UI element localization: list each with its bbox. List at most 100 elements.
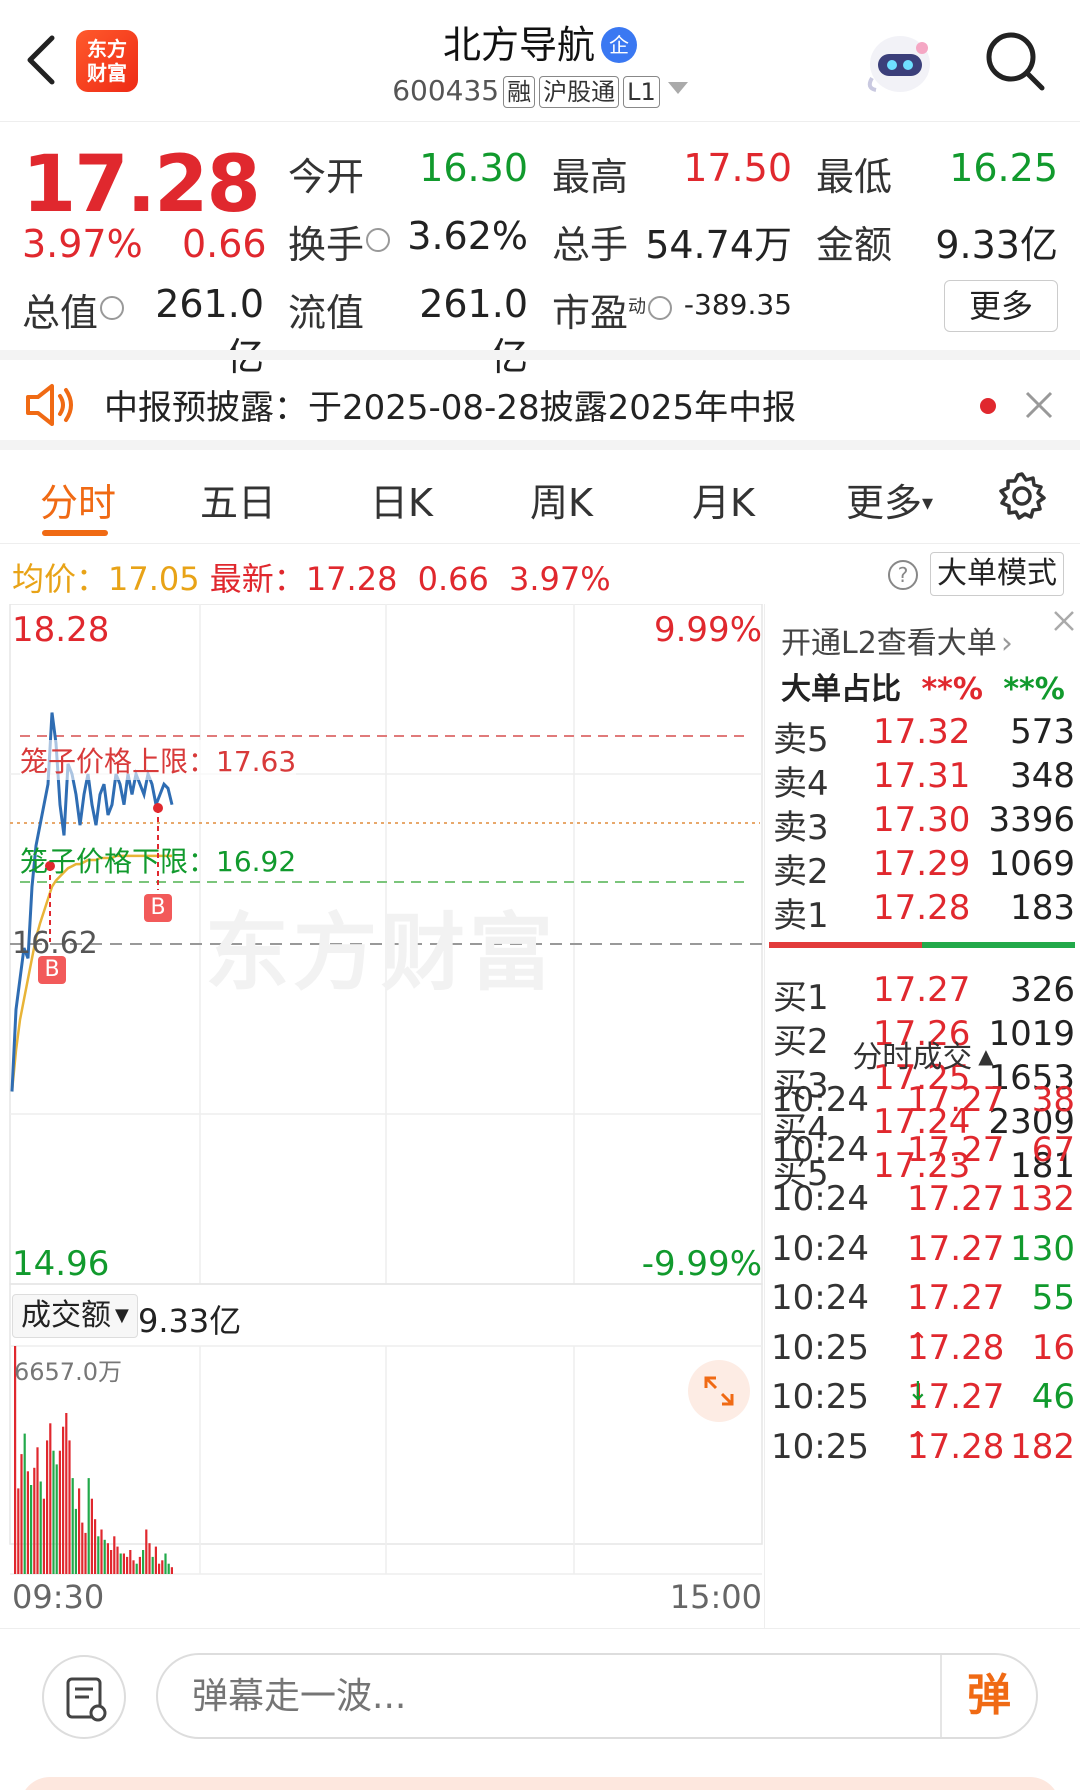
volume-total: 9.33亿 bbox=[138, 1302, 242, 1340]
chevron-up-icon: ▲ bbox=[978, 1044, 994, 1068]
big-order-ratio: 大单占比 **% **% bbox=[781, 672, 1065, 707]
l2-promo-link[interactable]: 开通L2查看大单 › bbox=[781, 618, 1013, 662]
danmu-send-button[interactable]: 弹 bbox=[940, 1655, 1036, 1737]
level-price: 17.32 bbox=[873, 712, 971, 752]
upper-limit-label: 笼子价格上限：17.63 bbox=[20, 740, 297, 780]
level-label: 卖5 bbox=[773, 720, 829, 760]
trade-volume: 38 bbox=[1031, 1080, 1075, 1120]
close-icon[interactable] bbox=[1024, 390, 1054, 420]
danmu-input[interactable] bbox=[156, 1653, 1038, 1739]
pe-label[interactable]: 市盈动 bbox=[552, 282, 673, 337]
trade-volume: 55 bbox=[1031, 1278, 1075, 1318]
volume-bar bbox=[145, 1529, 148, 1574]
level-price: 17.30 bbox=[873, 800, 971, 840]
level-label: 卖3 bbox=[773, 808, 829, 848]
more-info-icon[interactable] bbox=[648, 296, 673, 320]
volume-type-selector[interactable]: 成交额 ▼ bbox=[12, 1294, 138, 1338]
trades-title[interactable]: 分时成交 ▲ bbox=[765, 1032, 1080, 1076]
tab-monthly-k[interactable]: 月K bbox=[692, 472, 755, 527]
settings-gear-icon[interactable] bbox=[996, 470, 1048, 522]
trade-volume: 16 bbox=[1031, 1327, 1075, 1368]
y-axis-bottom-price: 14.96 bbox=[12, 1244, 110, 1284]
trade-volume: 132 bbox=[1010, 1179, 1075, 1219]
tab-intraday[interactable]: 分时 bbox=[40, 472, 116, 527]
volume-bar bbox=[138, 1556, 141, 1574]
volume-bar bbox=[151, 1556, 154, 1574]
close-icon[interactable] bbox=[1051, 608, 1077, 634]
more-info-icon[interactable] bbox=[366, 228, 391, 252]
level-label: 买1 bbox=[773, 978, 829, 1018]
more-button[interactable]: 更多 bbox=[944, 280, 1058, 332]
expand-button[interactable] bbox=[688, 1360, 750, 1422]
x-axis-end: 15:00 bbox=[669, 1578, 762, 1616]
high-label: 最高 bbox=[552, 155, 629, 199]
volume-bar bbox=[167, 1563, 170, 1574]
volume-bar bbox=[122, 1553, 125, 1574]
trade-volume: 182 bbox=[1010, 1426, 1075, 1467]
asks-row: 卖5 17.32 573 bbox=[765, 712, 1080, 760]
chevron-down-icon[interactable] bbox=[667, 82, 688, 94]
tab-five-day[interactable]: 五日 bbox=[200, 472, 276, 527]
notes-button[interactable] bbox=[42, 1655, 126, 1739]
help-icon[interactable]: ? bbox=[888, 560, 918, 590]
search-icon[interactable] bbox=[982, 28, 1048, 94]
level-volume: 3396 bbox=[988, 800, 1075, 840]
level-price: 17.29 bbox=[873, 844, 971, 884]
buy-signal-badge[interactable]: B bbox=[144, 894, 172, 922]
notice-text[interactable]: 中报预披露：于2025-08-28披露2025年中报 bbox=[104, 380, 796, 429]
unread-dot bbox=[980, 398, 996, 414]
volume-bar bbox=[78, 1488, 81, 1574]
stock-name: 北方导航 bbox=[442, 23, 595, 67]
volume-bar bbox=[119, 1553, 122, 1574]
trade-row: 10:24 17.27 132 bbox=[771, 1179, 1075, 1219]
more-info-icon[interactable] bbox=[100, 296, 125, 320]
big-order-mode-button[interactable]: 大单模式 bbox=[930, 552, 1064, 596]
volume-bar bbox=[26, 1471, 29, 1574]
volume-bar bbox=[161, 1560, 164, 1574]
stock-code: 600435 bbox=[392, 74, 500, 107]
trade-row: 10:25 17.28 ↑ 182 bbox=[771, 1426, 1075, 1467]
robot-assistant-icon[interactable] bbox=[862, 28, 938, 98]
volume-bar bbox=[103, 1539, 106, 1574]
market-cap-label[interactable]: 总值 bbox=[22, 282, 125, 337]
volume-bar bbox=[170, 1567, 173, 1574]
turnover-label[interactable]: 换手 bbox=[288, 214, 391, 269]
price-info-bar: 均价：17.05 最新：17.28 0.66 3.97% ? 大单模式 bbox=[0, 544, 1080, 604]
avg-price: 17.05 bbox=[108, 560, 200, 598]
y-axis-top-percent: 9.99% bbox=[653, 610, 762, 650]
volume-bar bbox=[94, 1519, 97, 1574]
level-volume: 183 bbox=[1010, 888, 1075, 928]
level-label: 卖1 bbox=[773, 896, 829, 936]
low-label: 最低 bbox=[816, 155, 893, 199]
volume-bar bbox=[55, 1464, 58, 1574]
volume-bar bbox=[116, 1546, 119, 1574]
notice-bar[interactable]: 中报预披露：于2025-08-28披露2025年中报 bbox=[0, 350, 1080, 450]
volume-bar bbox=[97, 1536, 100, 1574]
chevron-down-icon: ▾ bbox=[922, 491, 934, 516]
bids-row: 买1 17.27 326 bbox=[765, 970, 1080, 1018]
volume-bar bbox=[68, 1440, 71, 1574]
asks-row: 卖4 17.31 348 bbox=[765, 756, 1080, 804]
volume-bar bbox=[106, 1543, 109, 1574]
volume-bar bbox=[132, 1560, 135, 1574]
volume-bar bbox=[62, 1426, 65, 1574]
tab-more[interactable]: 更多▾ bbox=[846, 472, 933, 527]
buy-signal-badge[interactable]: B bbox=[38, 956, 66, 984]
volume-value: 54.74万 bbox=[645, 223, 792, 267]
trade-volume: 67 bbox=[1031, 1129, 1075, 1170]
lower-limit-label: 笼子价格下限：16.92 bbox=[20, 845, 297, 878]
latest-change: 0.66 bbox=[417, 560, 489, 598]
x-axis-start: 09:30 bbox=[12, 1578, 105, 1616]
trade-direction-icon: ↓ bbox=[907, 1377, 929, 1407]
trade-time: 10:24 bbox=[771, 1179, 869, 1219]
tab-daily-k[interactable]: 日K bbox=[370, 472, 433, 527]
bid-ask-ratio-bar bbox=[769, 942, 1075, 948]
trade-direction-icon: ↑ bbox=[907, 1426, 929, 1457]
tab-weekly-k[interactable]: 周K bbox=[530, 472, 593, 527]
intraday-chart[interactable]: 东方财富 18.28 9.99% 14.96 -9.99% 16.62 笼子价格… bbox=[0, 604, 764, 1628]
trade-time: 10:24 bbox=[771, 1080, 869, 1120]
turnover-value: 3.62% bbox=[407, 214, 528, 258]
order-book: 开通L2查看大单 › 大单占比 **% **% 卖5 17.32 573 卖4 17.31… bbox=[764, 604, 1080, 1628]
volume-bar bbox=[110, 1550, 113, 1574]
volume-bar bbox=[84, 1532, 87, 1574]
